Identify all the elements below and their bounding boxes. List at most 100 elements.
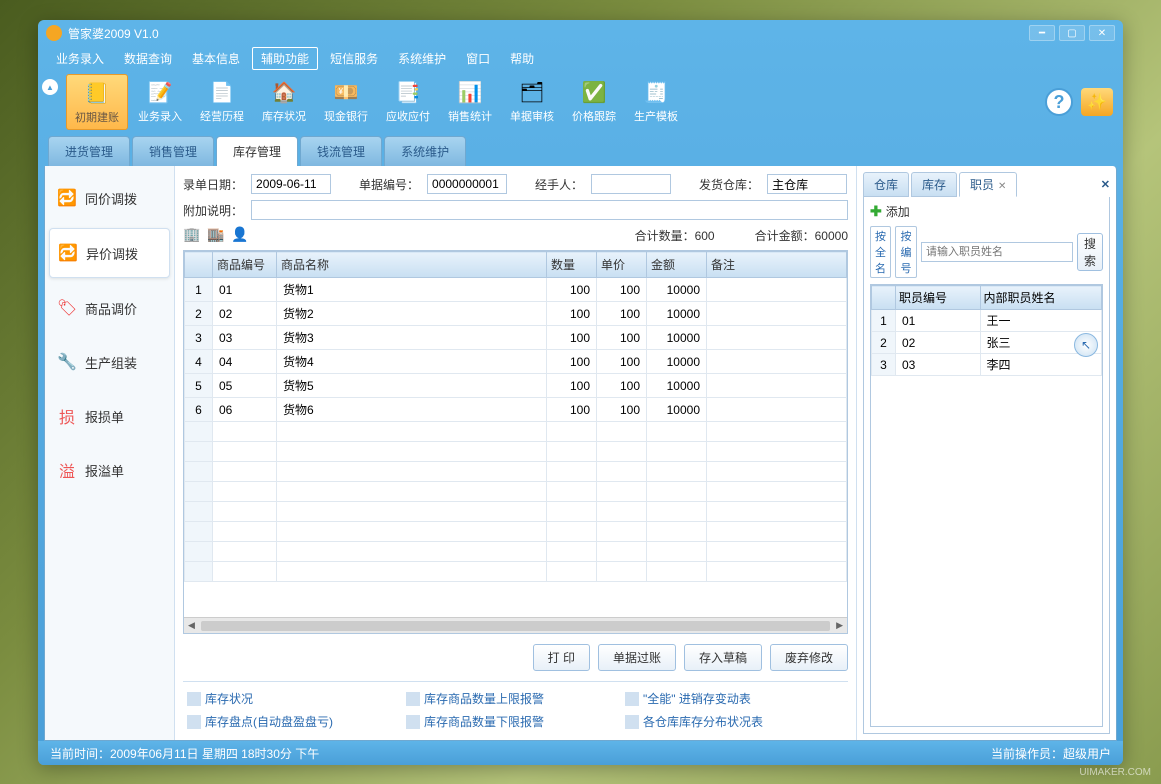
menu-7[interactable]: 帮助 (502, 48, 542, 69)
grid-header-4[interactable]: 单价 (597, 252, 647, 278)
total-qty-label: 合计数量： (635, 229, 695, 243)
tab-close-icon[interactable]: ✕ (998, 181, 1006, 192)
grid-header-3[interactable]: 数量 (547, 252, 597, 278)
handler-input[interactable] (591, 174, 671, 194)
panel-close-icon[interactable]: ✕ (1101, 178, 1110, 191)
discard-button[interactable]: 废弃修改 (770, 644, 848, 671)
goods-grid[interactable]: 商品编号商品名称数量单价金额备注101货物110010010000202货物21… (183, 250, 848, 634)
staff-search-input[interactable] (921, 242, 1073, 262)
table-row[interactable] (185, 542, 847, 562)
menu-1[interactable]: 数据查询 (116, 48, 180, 69)
print-button[interactable]: 打 印 (533, 644, 590, 671)
maximize-button[interactable]: ▢ (1059, 25, 1085, 41)
table-row[interactable] (185, 502, 847, 522)
sidebar-item-5[interactable]: 溢报溢单 (49, 446, 170, 494)
docno-input[interactable] (427, 174, 507, 194)
sidebar-item-0[interactable]: 🔁同价调拨 (49, 174, 170, 222)
rp-header-1[interactable]: 职员编号 (896, 286, 981, 310)
table-row[interactable]: 606货物610010010000 (185, 398, 847, 422)
sidebar-item-3[interactable]: 🔧生产组装 (49, 338, 170, 386)
gold-icon[interactable]: ✨ (1081, 88, 1113, 116)
grid-header-5[interactable]: 金额 (647, 252, 707, 278)
menu-2[interactable]: 基本信息 (184, 48, 248, 69)
table-row[interactable]: 303李四 (872, 354, 1102, 376)
link-5[interactable]: 各仓库库存分布状况表 (625, 713, 844, 730)
link-2[interactable]: "全能" 进销存变动表 (625, 690, 844, 707)
draft-button[interactable]: 存入草稿 (684, 644, 762, 671)
tool-8[interactable]: ✅价格跟踪 (564, 74, 624, 130)
tool-7[interactable]: 🗂单据审核 (502, 74, 562, 130)
table-row[interactable] (185, 462, 847, 482)
collapse-toolbar-icon[interactable]: ▲ (42, 79, 58, 95)
horizontal-scrollbar[interactable]: ◀ ▶ (184, 617, 847, 633)
link-0[interactable]: 库存状况 (187, 690, 406, 707)
grid-header-2[interactable]: 商品名称 (277, 252, 547, 278)
grid-header-1[interactable]: 商品编号 (213, 252, 277, 278)
minimize-button[interactable]: ━ (1029, 25, 1055, 41)
maintab-0[interactable]: 进货管理 (48, 136, 130, 166)
tool-5[interactable]: 📑应收应付 (378, 74, 438, 130)
building1-icon[interactable]: 🏢 (183, 226, 201, 244)
post-button[interactable]: 单据过账 (598, 644, 676, 671)
maintab-1[interactable]: 销售管理 (132, 136, 214, 166)
staff-grid[interactable]: 职员编号内部职员姓名101王一202张三303李四 ↖ (870, 284, 1103, 727)
maintab-2[interactable]: 库存管理 (216, 136, 298, 166)
table-row[interactable]: 404货物410010010000 (185, 350, 847, 374)
date-input[interactable] (251, 174, 331, 194)
rp-header-0[interactable] (872, 286, 896, 310)
table-row[interactable]: 101王一 (872, 310, 1102, 332)
grid-header-0[interactable] (185, 252, 213, 278)
sidebar-item-1[interactable]: 🔁异价调拨 (49, 228, 170, 278)
menu-4[interactable]: 短信服务 (322, 48, 386, 69)
close-button[interactable]: ✕ (1089, 25, 1115, 41)
add-button[interactable]: ✚ 添加 (870, 203, 1103, 220)
filter-fullname-button[interactable]: 按全名 (870, 226, 891, 278)
link-4[interactable]: 库存商品数量下限报警 (406, 713, 625, 730)
table-row[interactable] (185, 482, 847, 502)
table-row[interactable]: 505货物510010010000 (185, 374, 847, 398)
building2-icon[interactable]: 🏬 (207, 226, 225, 244)
right-tab-1[interactable]: 库存 (911, 172, 957, 197)
right-tab-2[interactable]: 职员✕ (959, 172, 1017, 197)
tool-icon-5: 📑 (394, 78, 422, 106)
table-row[interactable] (185, 422, 847, 442)
table-row[interactable]: 303货物310010010000 (185, 326, 847, 350)
menu-6[interactable]: 窗口 (458, 48, 498, 69)
menu-3[interactable]: 辅助功能 (252, 47, 318, 70)
tool-6[interactable]: 📊销售统计 (440, 74, 500, 130)
tool-3[interactable]: 🏠库存状况 (254, 74, 314, 130)
tool-2[interactable]: 📄经营历程 (192, 74, 252, 130)
search-button[interactable]: 搜索 (1077, 233, 1103, 271)
sidebar-item-2[interactable]: 🏷商品调价 (49, 284, 170, 332)
person-icon[interactable]: 👤 (231, 226, 249, 244)
arrow-up-icon[interactable]: ↖ (1074, 333, 1098, 357)
maintab-4[interactable]: 系统维护 (384, 136, 466, 166)
table-row[interactable]: 202货物210010010000 (185, 302, 847, 326)
sidebar-label-2: 商品调价 (85, 299, 137, 318)
tool-1[interactable]: 📝业务录入 (130, 74, 190, 130)
tool-4[interactable]: 💴现金银行 (316, 74, 376, 130)
tool-9[interactable]: 🧾生产模板 (626, 74, 686, 130)
whs-input[interactable] (767, 174, 847, 194)
tool-label-6: 销售统计 (448, 108, 492, 124)
table-row[interactable] (185, 562, 847, 582)
note-input[interactable] (251, 200, 848, 220)
menu-0[interactable]: 业务录入 (48, 48, 112, 69)
table-row[interactable]: 202张三 (872, 332, 1102, 354)
right-tab-0[interactable]: 仓库 (863, 172, 909, 197)
grid-header-6[interactable]: 备注 (707, 252, 847, 278)
titlebar[interactable]: 管家婆2009 V1.0 ━ ▢ ✕ (38, 20, 1123, 46)
table-row[interactable]: 101货物110010010000 (185, 278, 847, 302)
tool-0[interactable]: 📒初期建账 (66, 74, 128, 130)
table-row[interactable] (185, 522, 847, 542)
help-button[interactable]: ? (1045, 88, 1073, 116)
rp-header-2[interactable]: 内部职员姓名 (980, 286, 1101, 310)
filter-number-button[interactable]: 按编号 (895, 226, 916, 278)
sidebar-item-4[interactable]: 损报损单 (49, 392, 170, 440)
link-3[interactable]: 库存盘点(自动盘盈盘亏) (187, 713, 406, 730)
tool-icon-8: ✅ (580, 78, 608, 106)
link-1[interactable]: 库存商品数量上限报警 (406, 690, 625, 707)
menu-5[interactable]: 系统维护 (390, 48, 454, 69)
maintab-3[interactable]: 钱流管理 (300, 136, 382, 166)
table-row[interactable] (185, 442, 847, 462)
